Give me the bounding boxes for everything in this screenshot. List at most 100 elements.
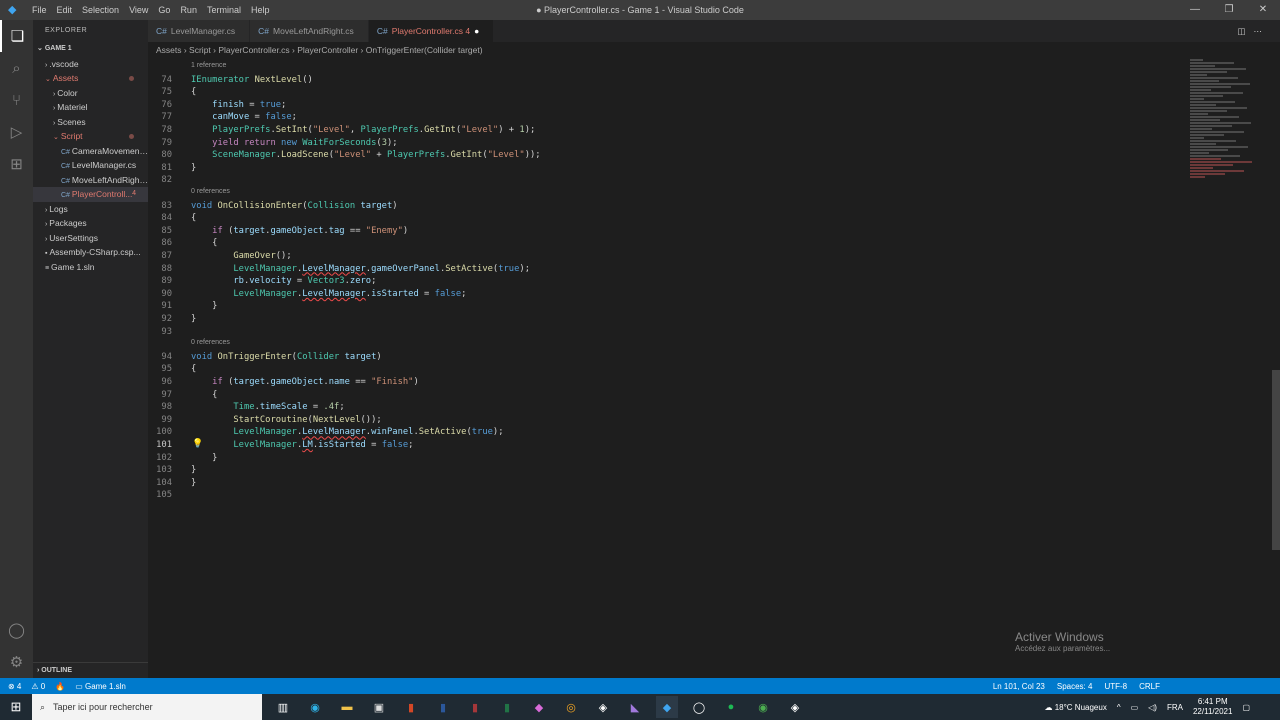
encoding[interactable]: UTF-8 (1104, 682, 1127, 691)
code-line[interactable]: GameOver(); (191, 251, 291, 261)
code-line[interactable]: if (target.gameObject.name == "Finish") (191, 377, 419, 387)
edge-icon[interactable]: ◉ (304, 696, 326, 718)
tree-item[interactable]: › Logs (33, 202, 148, 217)
tree-item[interactable]: ▪ Assembly-CSharp.csp... (33, 245, 148, 260)
unity-hub-icon[interactable]: ◈ (784, 696, 806, 718)
taskbar-search[interactable]: ⌕ Taper ici pour rechercher (32, 694, 262, 720)
extensions-icon[interactable]: ⊞ (0, 148, 33, 180)
tree-item[interactable]: C# LevelManager.cs (33, 158, 148, 173)
code-line[interactable]: IEnumerator NextLevel() (191, 75, 313, 85)
code-line[interactable]: LevelManager.LM.isStarted = false; (191, 440, 413, 450)
github-icon[interactable]: ◯ (688, 696, 710, 718)
minimize-button[interactable]: — (1178, 0, 1212, 20)
code-line[interactable]: Time.timeScale = .4f; (191, 402, 344, 412)
visual-studio-icon[interactable]: ◣ (624, 696, 646, 718)
explorer-icon[interactable]: ❏ (0, 20, 33, 52)
weather-widget[interactable]: ☁ 18°C Nuageux (1044, 703, 1106, 712)
volume-icon[interactable]: ◁) (1148, 703, 1157, 712)
workspace-root[interactable]: ⌄ GAME 1 (33, 42, 148, 57)
menu-go[interactable]: Go (158, 5, 170, 15)
language-indicator[interactable]: FRA (1167, 703, 1183, 712)
split-editor-icon[interactable]: ◫ (1237, 26, 1253, 36)
tab-levelmanager[interactable]: C# LevelManager.cs (148, 20, 251, 42)
windows-start-icon[interactable]: ⊞ (0, 699, 32, 715)
code-line[interactable]: { (191, 390, 217, 400)
source-control-icon[interactable]: ⑂ (0, 84, 33, 116)
flame-icon[interactable]: 🔥 (55, 682, 65, 691)
code-line[interactable]: PlayerPrefs.SetInt("Level", PlayerPrefs.… (191, 125, 535, 135)
code-line[interactable]: } (191, 465, 196, 475)
tree-item[interactable]: C# CameraMovement... (33, 144, 148, 159)
code-line[interactable]: { (191, 87, 196, 97)
clock[interactable]: 6:41 PM 22/11/2021 (1193, 697, 1232, 717)
code-editor[interactable]: 1 reference 74 IEnumerator NextLevel() 75{7… (148, 58, 1188, 678)
tray-chevron-icon[interactable]: ^ (1117, 703, 1121, 712)
menu-help[interactable]: Help (251, 5, 270, 15)
run-debug-icon[interactable]: ▷ (0, 116, 33, 148)
word-icon[interactable]: ▮ (432, 696, 454, 718)
cursor-position[interactable]: Ln 101, Col 23 (993, 682, 1045, 691)
line-ending[interactable]: CRLF (1139, 682, 1160, 691)
code-line[interactable]: yield return new WaitForSeconds(3); (191, 138, 397, 148)
code-line[interactable]: } (191, 453, 217, 463)
editor-scrollbar[interactable] (1272, 370, 1280, 550)
settings-gear-icon[interactable]: ⚙ (0, 646, 33, 678)
blender-icon[interactable]: ◎ (560, 696, 582, 718)
tree-item[interactable]: C# MoveLeftAndRight... (33, 173, 148, 188)
menu-file[interactable]: File (32, 5, 47, 15)
unity-icon[interactable]: ◈ (592, 696, 614, 718)
code-line[interactable]: rb.velocity = Vector3.zero; (191, 276, 376, 286)
code-line[interactable]: LevelManager.LevelManager.isStarted = fa… (191, 289, 466, 299)
code-line[interactable]: void OnCollisionEnter(Collision target) (191, 201, 398, 211)
notifications-icon[interactable]: ▢ (1242, 703, 1250, 712)
minimap[interactable] (1190, 58, 1275, 198)
tree-item[interactable]: › Scenes (33, 115, 148, 130)
code-line[interactable]: { (191, 213, 196, 223)
code-line[interactable]: if (target.gameObject.tag == "Enemy") (191, 226, 408, 236)
codelens-references[interactable]: 1 reference (191, 62, 226, 69)
code-line[interactable]: void OnTriggerEnter(Collider target) (191, 352, 382, 362)
tree-item[interactable]: › Packages (33, 216, 148, 231)
code-line[interactable]: LevelManager.LevelManager.winPanel.SetAc… (191, 427, 503, 437)
code-line[interactable]: LevelManager.LevelManager.gameOverPanel.… (191, 264, 530, 274)
account-icon[interactable]: ◯ (0, 614, 33, 646)
indentation[interactable]: Spaces: 4 (1057, 682, 1093, 691)
tab-playercontroller[interactable]: C# PlayerController.cs 4 ● (368, 20, 495, 42)
tree-item[interactable]: › .vscode (33, 57, 148, 72)
vscode-taskbar-icon[interactable]: ◆ (656, 696, 678, 718)
code-line[interactable]: } (191, 314, 196, 324)
powerpoint-icon[interactable]: ▮ (400, 696, 422, 718)
chrome-icon[interactable]: ◉ (752, 696, 774, 718)
file-explorer-icon[interactable]: ▬ (336, 696, 358, 718)
excel-icon[interactable]: ▮ (496, 696, 518, 718)
menu-view[interactable]: View (129, 5, 148, 15)
menu-selection[interactable]: Selection (82, 5, 119, 15)
code-line[interactable]: StartCoroutine(NextLevel()); (191, 415, 381, 425)
store-icon[interactable]: ▣ (368, 696, 390, 718)
tree-item[interactable]: › UserSettings (33, 231, 148, 246)
code-line[interactable]: finish = true; (191, 100, 286, 110)
code-line[interactable]: canMove = false; (191, 112, 297, 122)
task-view-icon[interactable]: ▥ (272, 696, 294, 718)
code-line[interactable]: } (191, 301, 217, 311)
codelens-references[interactable]: 0 references (191, 188, 230, 195)
access-icon[interactable]: ▮ (464, 696, 486, 718)
errors-count[interactable]: ⊗ 4 (8, 682, 21, 691)
more-actions-icon[interactable]: ⋯ (1254, 26, 1271, 36)
tree-item[interactable]: ⌄ Assets (33, 71, 148, 86)
close-button[interactable]: ✕ (1246, 0, 1280, 20)
code-line[interactable]: } (191, 163, 196, 173)
codelens-references[interactable]: 0 references (191, 339, 230, 346)
menu-terminal[interactable]: Terminal (207, 5, 241, 15)
breadcrumb[interactable]: Assets › Script › PlayerController.cs › … (148, 42, 483, 58)
menu-run[interactable]: Run (180, 5, 197, 15)
krita-icon[interactable]: ◆ (528, 696, 550, 718)
unsaved-dot-icon[interactable]: ● (474, 20, 479, 42)
network-icon[interactable]: ▭ (1131, 703, 1139, 712)
tree-item[interactable]: ⌄ Script (33, 129, 148, 144)
code-line[interactable]: { (191, 238, 217, 248)
maximize-button[interactable]: ❐ (1212, 0, 1246, 20)
tree-item[interactable]: › Materiel (33, 100, 148, 115)
code-line[interactable]: { (191, 364, 196, 374)
code-line[interactable]: SceneManager.LoadScene("Level" + PlayerP… (191, 150, 540, 160)
